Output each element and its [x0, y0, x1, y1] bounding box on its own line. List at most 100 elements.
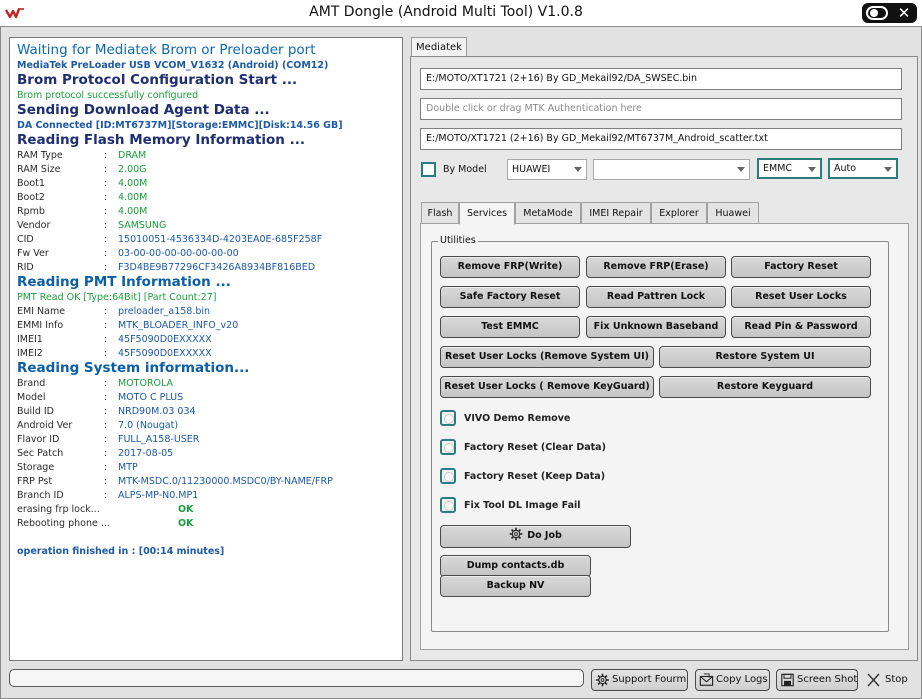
- tab-metamode[interactable]: MetaMode: [515, 202, 581, 224]
- theme-toggle-icon[interactable]: [866, 6, 888, 20]
- dump-contacts-button[interactable]: Dump contacts.db: [440, 555, 591, 577]
- auth-file-field[interactable]: Double click or drag MTK Authentication …: [420, 98, 902, 120]
- system-key: FRP Pst: [17, 476, 53, 487]
- brand-select[interactable]: HUAWEI: [507, 159, 587, 180]
- pmt-key: IMEI1: [17, 334, 43, 345]
- log-port: MediaTek PreLoader USB VCOM_V1632 (Andro…: [17, 60, 329, 71]
- pmt-value: 45F5090D0EXXXXX: [118, 334, 212, 345]
- flash-value: 4.00M: [118, 206, 148, 217]
- copy-logs-button[interactable]: Copy Logs: [695, 669, 770, 691]
- tab-mediatek[interactable]: Mediatek: [411, 37, 467, 57]
- flash-value: 2.00G: [118, 164, 147, 175]
- progress-bar: [9, 669, 584, 687]
- screen-shot-label: Screen Shot: [797, 674, 858, 685]
- do-job-button[interactable]: Do Job: [440, 525, 631, 548]
- pmt-key: EMI Name: [17, 306, 66, 317]
- system-value: FULL_A158-USER: [118, 434, 200, 445]
- da-file-field[interactable]: E:/MOTO/XT1721 (2+16) By GD_Mekail92/DA_…: [420, 68, 902, 90]
- log-brom-ok: Brom protocol successfully configured: [17, 90, 199, 101]
- flash-value: F3D4BE9B77296CF3426A8934BF816BED: [118, 262, 316, 273]
- gear-icon: [596, 673, 609, 687]
- tab-flash[interactable]: Flash: [421, 202, 459, 224]
- factory-reset-keep-checkbox[interactable]: [440, 468, 456, 484]
- colon: :: [104, 320, 108, 331]
- by-model-label: By Model: [443, 164, 487, 175]
- system-key: Android Ver: [17, 420, 73, 431]
- flash-key: Rpmb: [17, 206, 45, 217]
- brand-select-value: HUAWEI: [512, 164, 551, 175]
- reset-user-locks-keyguard-button[interactable]: Reset User Locks ( Remove KeyGuard): [440, 376, 654, 398]
- colon: :: [104, 348, 108, 359]
- colon: :: [104, 378, 108, 389]
- log-finished: operation finished in : [00:14 minutes]: [17, 546, 225, 557]
- flash-value: 4.00M: [118, 192, 148, 203]
- colon: :: [104, 234, 108, 245]
- by-model-checkbox[interactable]: [421, 162, 436, 177]
- fix-tool-dl-label: Fix Tool DL Image Fail: [464, 500, 581, 511]
- backup-nv-button[interactable]: Backup NV: [440, 575, 591, 597]
- colon: :: [104, 262, 108, 273]
- model-select[interactable]: [593, 159, 750, 180]
- test-emmc-button[interactable]: Test EMMC: [440, 316, 580, 338]
- flash-value: DRAM: [118, 150, 147, 161]
- factory-reset-button[interactable]: Factory Reset: [731, 256, 871, 278]
- storage-select[interactable]: EMMC: [757, 158, 822, 179]
- title-bar: AMT Dongle (Android Multi Tool) V1.0.8 ✕: [0, 0, 922, 26]
- log-flash-heading: Reading Flash Memory Information ...: [17, 132, 305, 148]
- remove-frp-write-button[interactable]: Remove FRP(Write): [440, 256, 580, 278]
- copy-logs-label: Copy Logs: [716, 674, 768, 685]
- log-panel[interactable]: Waiting for Mediatek Brom or Preloader p…: [9, 37, 403, 661]
- colon: :: [104, 206, 108, 217]
- flash-value: 4.00M: [118, 178, 148, 189]
- flash-key: CID: [17, 234, 34, 245]
- reset-user-locks-button[interactable]: Reset User Locks: [731, 286, 871, 308]
- pmt-value: 45F5090D0EXXXXX: [118, 348, 212, 359]
- support-forum-button[interactable]: Support Fourm: [591, 669, 688, 691]
- read-pattern-lock-button[interactable]: Read Pattren Lock: [586, 286, 726, 308]
- colon: :: [104, 334, 108, 345]
- colon: :: [104, 248, 108, 259]
- mode-select[interactable]: Auto: [828, 158, 898, 179]
- tab-imei-repair[interactable]: IMEI Repair: [581, 202, 651, 224]
- flash-key: RAM Type: [17, 150, 63, 161]
- window-controls: ✕: [862, 3, 917, 23]
- screen-shot-button[interactable]: Screen Shot: [776, 669, 858, 691]
- factory-reset-clear-label: Factory Reset (Clear Data): [464, 442, 606, 453]
- tab-explorer[interactable]: Explorer: [651, 202, 707, 224]
- colon: :: [104, 448, 108, 459]
- gear-icon: [509, 527, 523, 541]
- reset-user-locks-system-ui-button[interactable]: Reset User Locks (Remove System UI): [440, 346, 654, 368]
- log-erasing-frp: erasing frp lock...: [17, 504, 100, 515]
- flash-key: Vendor: [17, 220, 51, 231]
- colon: :: [104, 406, 108, 417]
- window-title: AMT Dongle (Android Multi Tool) V1.0.8: [309, 4, 583, 20]
- stop-button[interactable]: Stop: [864, 669, 912, 691]
- scatter-file-field[interactable]: E:/MOTO/XT1721 (2+16) By GD_Mekail92/MT6…: [420, 128, 902, 150]
- fix-unknown-baseband-button[interactable]: Fix Unknown Baseband: [586, 316, 726, 338]
- fix-tool-dl-checkbox[interactable]: [440, 497, 456, 513]
- system-value: MOTO C PLUS: [118, 392, 184, 403]
- restore-keyguard-button[interactable]: Restore Keyguard: [659, 376, 871, 398]
- tab-services[interactable]: Services: [459, 202, 515, 225]
- system-key: Storage: [17, 462, 55, 473]
- colon: :: [104, 220, 108, 231]
- close-icon[interactable]: ✕: [894, 3, 914, 23]
- restore-system-ui-button[interactable]: Restore System UI: [659, 346, 871, 368]
- flash-key: Boot2: [17, 192, 45, 203]
- vivo-demo-checkbox[interactable]: [440, 410, 456, 426]
- log-waiting: Waiting for Mediatek Brom or Preloader p…: [17, 42, 316, 58]
- flash-key: RAM Size: [17, 164, 61, 175]
- colon: :: [104, 392, 108, 403]
- colon: :: [104, 462, 108, 473]
- colon: :: [104, 420, 108, 431]
- flash-key: RID: [17, 262, 34, 273]
- remove-frp-erase-button[interactable]: Remove FRP(Erase): [586, 256, 726, 278]
- colon: :: [104, 306, 108, 317]
- read-pin-password-button[interactable]: Read Pin & Password: [731, 316, 871, 338]
- mode-select-value: Auto: [834, 163, 857, 174]
- envelope-icon: [699, 673, 714, 686]
- system-value: ALPS-MP-N0.MP1: [118, 490, 199, 501]
- safe-factory-reset-button[interactable]: Safe Factory Reset: [440, 286, 580, 308]
- tab-huawei[interactable]: Huawei: [707, 202, 759, 224]
- factory-reset-clear-checkbox[interactable]: [440, 439, 456, 455]
